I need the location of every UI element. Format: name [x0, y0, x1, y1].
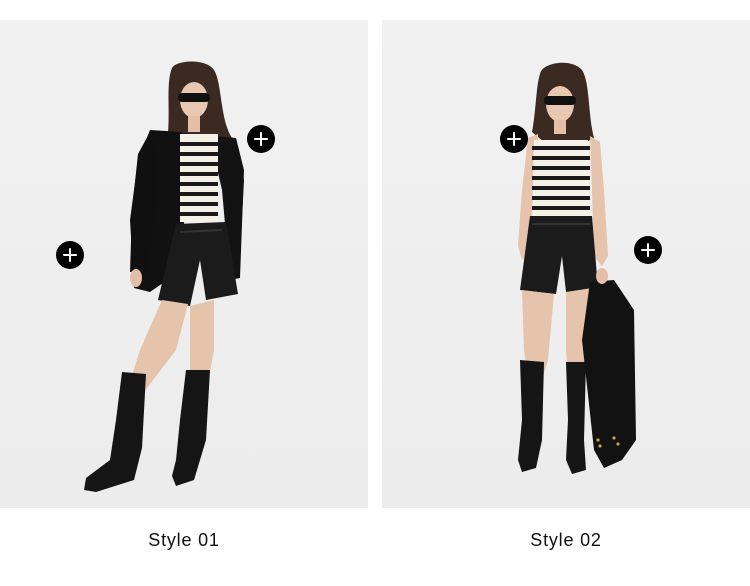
- plus-icon: [63, 248, 77, 262]
- look-card-1[interactable]: Style 01: [0, 20, 368, 551]
- plus-icon: [641, 243, 655, 257]
- model-figure-2: [518, 62, 636, 474]
- look-photo-2[interactable]: [382, 20, 750, 508]
- plus-icon: [254, 132, 268, 146]
- plus-icon: [507, 132, 521, 146]
- look-caption-2: Style 02: [530, 530, 602, 550]
- look-photo-1[interactable]: [0, 20, 368, 508]
- hotspot-top-shorts[interactable]: [56, 241, 84, 269]
- look-card-2[interactable]: Style 02: [382, 20, 750, 551]
- hotspot-blazer[interactable]: [247, 125, 275, 153]
- look-caption-1: Style 01: [148, 530, 220, 550]
- model-figure-1: [84, 61, 244, 492]
- hotspot-tank-top[interactable]: [500, 125, 528, 153]
- hotspot-shorts[interactable]: [634, 236, 662, 264]
